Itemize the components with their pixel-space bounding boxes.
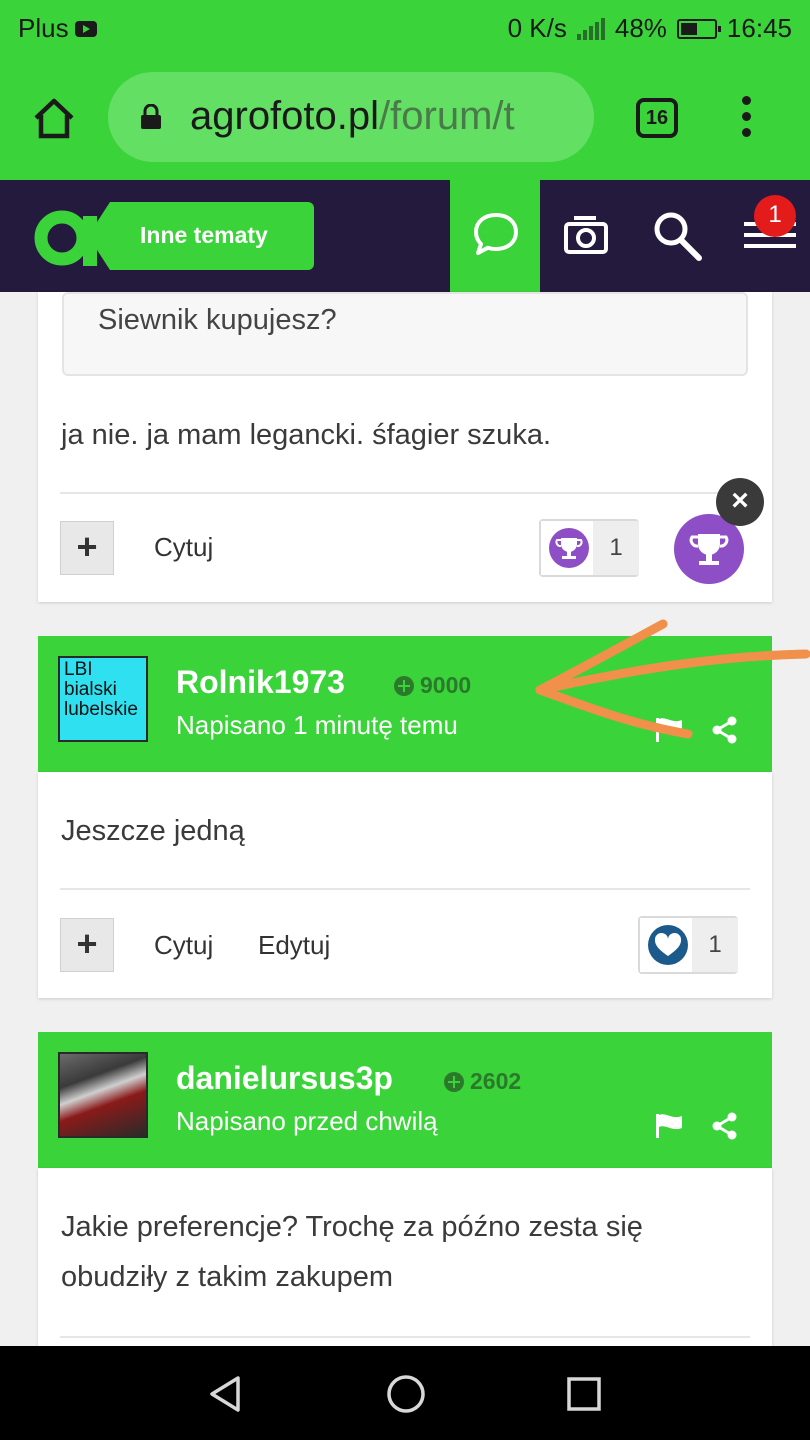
back-icon[interactable]: [206, 1374, 246, 1414]
annotation-arrow-icon: [535, 619, 810, 739]
recent-apps-icon[interactable]: [566, 1376, 602, 1412]
android-nav-bar: [0, 1346, 810, 1440]
home-circle-icon[interactable]: [385, 1373, 427, 1415]
